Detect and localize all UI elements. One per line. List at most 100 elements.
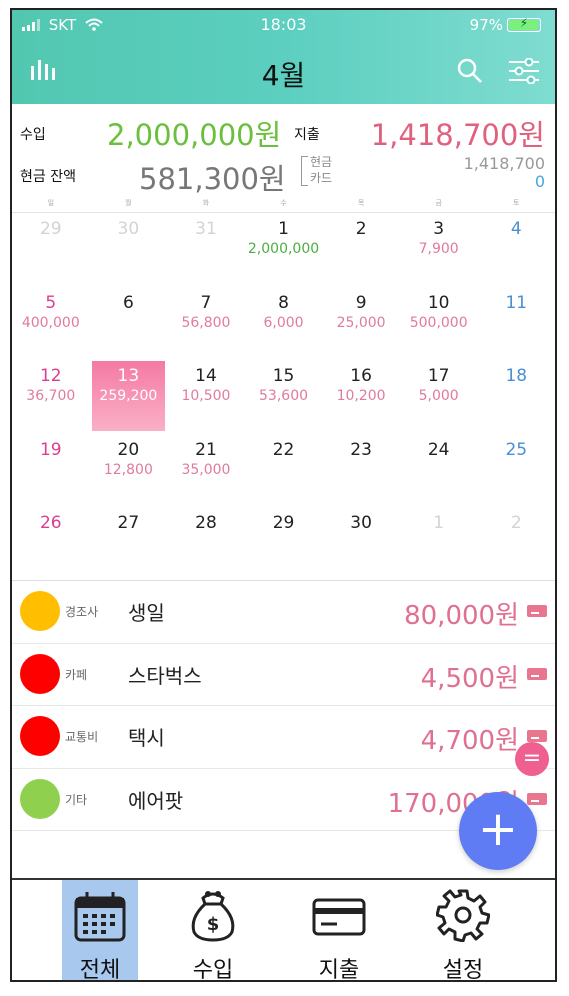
- day-number: 29: [39, 219, 62, 239]
- category-label: 카페: [65, 667, 88, 682]
- calendar-day[interactable]: 3 7,900: [400, 214, 478, 288]
- day-number: 7: [200, 292, 212, 313]
- calendar-day[interactable]: 29: [12, 214, 90, 288]
- calendar-day[interactable]: 23: [322, 435, 400, 509]
- calendar-day[interactable]: 14 10,500: [167, 361, 245, 435]
- day-number: 4: [510, 219, 522, 239]
- calendar-day[interactable]: 17 5,000: [400, 361, 478, 435]
- transaction-amount: 4,700원: [420, 726, 519, 756]
- cash-amount: 1,418,700: [463, 154, 545, 173]
- day-number: 21: [195, 439, 217, 460]
- day-number: 9: [355, 292, 367, 313]
- transaction-list: 경조사 생일 80,000원카페 스타벅스 4,500원교통비 택시 4,700원기타 에어팟…: [12, 580, 555, 831]
- calendar-day[interactable]: 16 10,200: [322, 361, 400, 435]
- transaction-row[interactable]: 교통비 택시 4,700원: [12, 706, 555, 769]
- day-number: 11: [505, 292, 528, 313]
- calendar-day[interactable]: 24: [400, 435, 478, 509]
- calendar-day[interactable]: 25: [477, 435, 555, 509]
- tab-all[interactable]: 전체: [62, 880, 138, 980]
- calendar-day[interactable]: 30: [322, 508, 400, 582]
- filter-settings-icon[interactable]: [509, 58, 539, 84]
- money-pouch-icon: $: [191, 891, 235, 942]
- day-amount: 53,600: [259, 388, 309, 404]
- day-number: 30: [117, 219, 140, 239]
- calendar-week: 12 36,700 13 259,200 14 10,500 15 53,600 16 10,20…: [12, 361, 555, 435]
- day-number: 14: [195, 366, 217, 386]
- calendar-day[interactable]: 7 56,800: [167, 288, 245, 362]
- weekday-label: 수: [280, 199, 287, 207]
- day-amount: 400,000: [21, 314, 80, 331]
- calendar-day[interactable]: 1: [400, 508, 478, 582]
- transaction-row[interactable]: 경조사 생일 80,000원: [12, 581, 555, 644]
- day-number: 1: [433, 513, 445, 533]
- calendar-day[interactable]: 15 53,600: [245, 361, 323, 435]
- calendar-day[interactable]: 4: [477, 214, 555, 288]
- category-color-dot: [20, 653, 60, 694]
- tab-expense[interactable]: 지출: [301, 880, 377, 980]
- calendar-day[interactable]: 1 2,000,000: [245, 214, 323, 288]
- calendar-day[interactable]: 20 12,800: [90, 435, 168, 509]
- day-number: 2: [510, 513, 522, 533]
- calendar-day[interactable]: 22: [245, 435, 323, 509]
- calendar-day[interactable]: 11: [477, 288, 555, 362]
- day-amount: 259,200: [99, 388, 158, 404]
- transaction-name: 에어팟: [128, 788, 184, 813]
- search-icon[interactable]: [457, 58, 483, 84]
- transaction-amount: 4,500원: [420, 663, 519, 694]
- day-number: 30: [350, 513, 372, 533]
- calendar-day[interactable]: 8 6,000: [245, 288, 323, 362]
- calendar-day[interactable]: 2: [322, 214, 400, 288]
- day-number: 25: [505, 439, 528, 460]
- weekday-label: 금: [435, 199, 442, 207]
- day-number: 13: [117, 366, 140, 386]
- calendar-day[interactable]: 30: [90, 214, 168, 288]
- category-label: 기타: [65, 792, 88, 807]
- day-number: 19: [39, 439, 62, 460]
- day-amount: 12,800: [103, 461, 153, 478]
- calendar-day[interactable]: 18: [477, 361, 555, 435]
- day-number: 31: [195, 219, 217, 239]
- tab-income[interactable]: $ 수입: [175, 880, 251, 982]
- tab-income-label: 수입: [192, 958, 234, 982]
- category-color-dot: [20, 591, 60, 631]
- battery-group: 97% ⚡: [470, 16, 541, 34]
- calendar-day[interactable]: 6: [90, 288, 168, 362]
- calendar-day[interactable]: 26: [12, 508, 90, 582]
- transaction-name: 스타벅스: [128, 663, 202, 688]
- card-payment-icon: [527, 792, 547, 805]
- calendar-day[interactable]: 9 25,000: [322, 288, 400, 362]
- transaction-row[interactable]: 카페 스타벅스 4,500원: [12, 644, 555, 706]
- equals-button[interactable]: =: [515, 742, 549, 776]
- calendar-day-today[interactable]: 13 259,200: [90, 361, 168, 435]
- day-number: 15: [272, 366, 295, 386]
- calendar-day[interactable]: 19: [12, 435, 90, 509]
- calendar-day[interactable]: 29: [245, 508, 323, 582]
- calendar-day[interactable]: 5 400,000: [12, 288, 90, 362]
- card-payment-icon: [527, 605, 547, 617]
- status-bar: SKT 18:03 97% ⚡: [12, 10, 555, 40]
- day-number: 29: [272, 513, 295, 533]
- expense-label: 지출: [294, 127, 320, 143]
- calendar-day[interactable]: 21 35,000: [167, 435, 245, 509]
- calendar-day[interactable]: 27: [90, 508, 168, 582]
- weekday-label: 일: [47, 199, 55, 207]
- add-transaction-button[interactable]: +: [459, 792, 537, 870]
- calendar-day[interactable]: 28: [167, 508, 245, 582]
- tab-settings[interactable]: 설정: [425, 880, 501, 980]
- cash-balance-label: 현금 잔액: [20, 169, 76, 185]
- card-payment-icon: [527, 730, 547, 742]
- calendar-day[interactable]: 2: [477, 508, 555, 582]
- day-number: 27: [117, 513, 140, 533]
- calendar-week: 29 30 31 1 2,000,000 2 3 7,900 4: [12, 214, 555, 288]
- day-number: 28: [195, 513, 217, 533]
- day-number: 16: [350, 366, 372, 386]
- calendar-day[interactable]: 10 500,000: [400, 288, 478, 362]
- category-label: 경조사: [65, 605, 99, 619]
- card-payment-icon: [527, 667, 547, 680]
- day-number: 23: [350, 439, 372, 460]
- day-amount: 10,500: [181, 388, 231, 404]
- calendar-day[interactable]: 31: [167, 214, 245, 288]
- day-number: 26: [39, 513, 62, 533]
- calendar-day[interactable]: 12 36,700: [12, 361, 90, 435]
- day-amount: 56,800: [181, 314, 231, 331]
